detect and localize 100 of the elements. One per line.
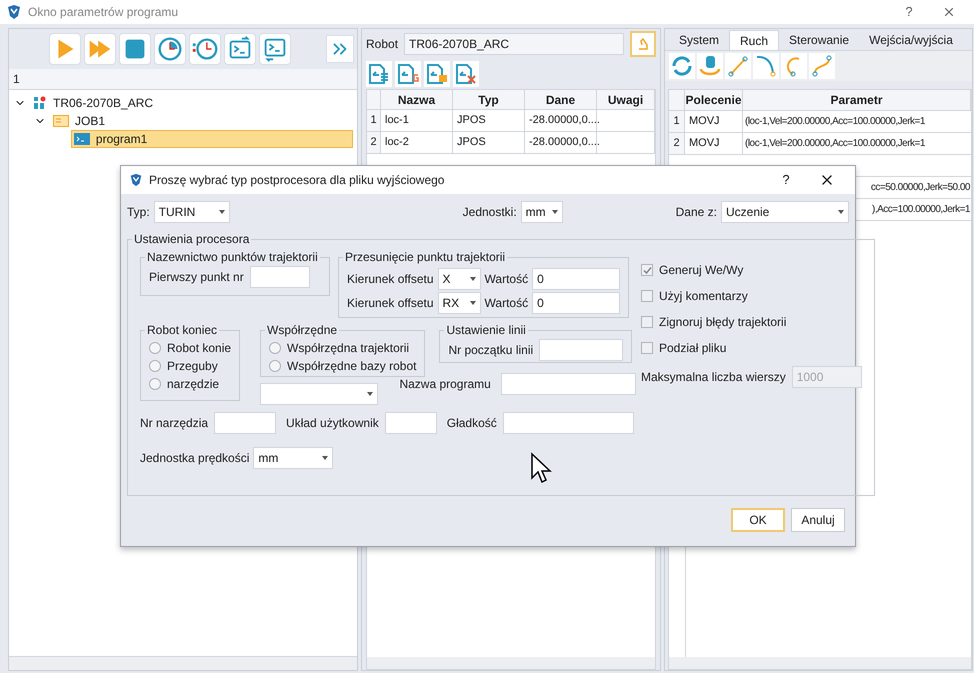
app-logo-icon — [129, 173, 143, 187]
tree-item[interactable]: TR06-2070B_ARC — [31, 94, 154, 112]
tab[interactable]: Wejścia/wyjścia — [859, 30, 963, 50]
data-source-select[interactable]: Uczenie — [721, 201, 849, 223]
units-label: Jednostki: — [462, 204, 517, 221]
column-header[interactable]: Dane — [525, 90, 597, 109]
radio-button[interactable] — [269, 360, 282, 372]
table-cell-text: JPOS — [457, 113, 486, 128]
speed-unit-label: Jednostka prędkości — [140, 450, 250, 467]
folder-icon — [53, 115, 69, 127]
window-title: Okno parametrów programu — [28, 4, 180, 21]
radio-label: Przeguby — [167, 358, 218, 375]
type-select[interactable]: TURIN — [154, 201, 230, 223]
checkbox[interactable] — [641, 290, 653, 302]
tab[interactable]: Sterowanie — [779, 30, 860, 50]
table-cell-text: JPOS — [457, 135, 486, 150]
line-start-field[interactable] — [539, 339, 624, 361]
smoothness-field[interactable] — [502, 412, 634, 434]
radio-label: narzędzie — [167, 376, 220, 393]
refresh-icon[interactable] — [669, 53, 695, 79]
dropdown-arrow-icon — [322, 456, 328, 460]
tool-number-field[interactable] — [214, 412, 276, 434]
column-header[interactable]: Nazwa — [381, 90, 453, 109]
help-button[interactable]: ? — [894, 2, 924, 22]
user-frame-field[interactable] — [384, 412, 437, 434]
tab[interactable]: System — [669, 30, 730, 50]
dropdown-arrow-icon — [552, 210, 558, 214]
speed-unit-select[interactable]: mm — [253, 447, 334, 469]
clock-list-icon[interactable] — [189, 33, 221, 65]
program-name-field[interactable] — [500, 373, 636, 395]
group-title: Nazewnictwo punktów trajektorii — [146, 249, 319, 266]
row-number: 2 — [673, 136, 680, 152]
dialog-button[interactable]: OK — [731, 508, 785, 532]
offset-value-field[interactable]: 0 — [532, 268, 620, 290]
expand-panel-button[interactable] — [326, 35, 354, 63]
column-header[interactable]: Polecenie — [685, 90, 743, 110]
dropdown-arrow-icon — [838, 210, 844, 214]
tree-item[interactable]: JOB1 — [51, 112, 106, 130]
checkmark-icon — [642, 266, 652, 274]
checkbox-label: Zignoruj błędy trajektorii — [659, 314, 786, 331]
radio-button[interactable] — [149, 378, 161, 390]
table-cell-text: (loc-1,Vel=200.00000,Acc=100.00000,Jerk=1 — [745, 115, 925, 129]
horizontal-scrollbar[interactable] — [9, 656, 357, 670]
smoothness-label: Gładkość — [446, 415, 497, 432]
fast-forward-icon[interactable] — [84, 33, 116, 65]
program-name-label: Nazwa programu — [399, 376, 491, 393]
dropdown[interactable] — [260, 383, 378, 405]
table-cell-text: -28.00000,0.... — [529, 135, 600, 150]
group-title: Przesunięcie punktu trajektorii — [344, 249, 506, 266]
loop-console-icon[interactable] — [224, 33, 256, 65]
arc-icon[interactable] — [781, 53, 807, 79]
offset-value-field[interactable]: 0 — [532, 292, 620, 314]
point-g-icon[interactable] — [395, 61, 421, 87]
help-button[interactable]: ? — [771, 170, 801, 190]
offset-direction-select[interactable]: RX — [438, 292, 481, 314]
checkbox[interactable] — [641, 342, 653, 354]
column-header[interactable]: Uwagi — [597, 90, 655, 109]
tool-number-label: Nr narzędzia — [140, 415, 208, 432]
radio-label: Robot konie — [167, 340, 232, 357]
robot-field[interactable]: TR06-2070B_ARC — [404, 33, 624, 55]
console-icon — [74, 133, 90, 145]
tree-item-label: program1 — [96, 131, 148, 148]
cylinder-icon[interactable] — [697, 53, 723, 79]
column-header[interactable]: Typ — [453, 90, 525, 109]
curve-icon[interactable] — [753, 53, 779, 79]
horizontal-scrollbar[interactable] — [669, 657, 971, 669]
filter-field[interactable]: 1 — [9, 69, 357, 90]
loop-console-back-icon[interactable] — [259, 33, 291, 65]
radio-button[interactable] — [269, 342, 282, 354]
checkbox-label: Użyj komentarzy — [659, 288, 748, 305]
units-select[interactable]: mm — [520, 201, 563, 223]
dropdown-arrow-icon — [470, 301, 476, 305]
play-icon[interactable] — [49, 33, 81, 65]
offset-value-label: Wartość — [484, 271, 528, 288]
radio-button[interactable] — [149, 342, 161, 354]
radio-button[interactable] — [149, 360, 161, 372]
user-frame-label: Układ użytkownik — [286, 415, 379, 432]
first-point-field[interactable] — [250, 266, 310, 288]
dialog-button[interactable]: Anuluj — [791, 508, 845, 532]
checkbox[interactable] — [641, 316, 653, 328]
robot-icon — [33, 96, 47, 110]
max-rows-label: Maksymalna liczba wierszy — [641, 369, 786, 386]
point-delete-icon[interactable] — [453, 61, 479, 87]
column-header[interactable]: Parametr — [743, 90, 971, 110]
edit-robot-button[interactable] — [630, 31, 656, 57]
horizontal-scrollbar[interactable] — [367, 657, 655, 669]
tree-item-label: TR06-2070B_ARC — [53, 95, 154, 112]
tree-item[interactable]: program1 — [70, 130, 353, 148]
dialog-title: Proszę wybrać typ postprocesora dla pliku wyjściowego — [149, 172, 446, 189]
clock-icon[interactable] — [154, 33, 186, 65]
group-title: Ustawienie linii — [445, 322, 527, 339]
tree-item-label: JOB1 — [75, 113, 106, 130]
s-curve-icon[interactable] — [809, 53, 835, 79]
point-list-icon[interactable] — [366, 61, 392, 87]
point-sheet-icon[interactable] — [424, 61, 450, 87]
tab[interactable]: Ruch — [729, 30, 780, 50]
dropdown-arrow-icon — [367, 392, 374, 396]
stop-icon[interactable] — [119, 33, 151, 65]
checkbox[interactable] — [641, 264, 653, 276]
offset-direction-select[interactable]: X — [438, 268, 481, 290]
